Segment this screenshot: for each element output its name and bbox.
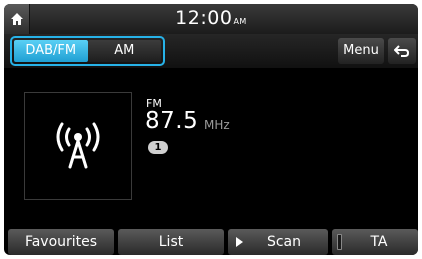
clock-time: 12:00 xyxy=(175,7,233,29)
frequency-unit: MHz xyxy=(204,118,230,132)
clock-ampm: AM xyxy=(233,17,247,26)
ta-button[interactable]: TA xyxy=(332,229,418,255)
favourites-button[interactable]: Favourites xyxy=(8,229,114,255)
tab-dab-fm[interactable]: DAB/FM xyxy=(14,40,88,62)
frequency-value: 87.5 xyxy=(145,108,199,134)
tab-bar: DAB/FM AM Menu xyxy=(4,34,418,68)
clock: 12:00AM xyxy=(4,7,418,29)
tab-am[interactable]: AM xyxy=(87,40,161,62)
menu-button[interactable]: Menu xyxy=(338,38,384,64)
radio-screen: 12:00AM DAB/FM AM Menu FM 87.5 MHz 1 Fav… xyxy=(4,4,418,255)
band-selector: DAB/FM AM xyxy=(10,36,165,66)
scan-button[interactable]: Scan xyxy=(228,229,328,255)
list-button[interactable]: List xyxy=(118,229,224,255)
preset-badge: 1 xyxy=(148,141,168,154)
status-bar: 12:00AM xyxy=(4,4,418,34)
radio-antenna-icon xyxy=(56,122,100,169)
scan-label: Scan xyxy=(266,234,302,250)
back-arrow-icon xyxy=(394,45,410,57)
bottom-bar: Favourites List Scan TA xyxy=(4,229,418,255)
ta-indicator-icon xyxy=(337,234,342,250)
ta-label: TA xyxy=(370,234,388,250)
play-icon xyxy=(236,237,243,247)
back-button[interactable] xyxy=(388,38,416,64)
station-artwork xyxy=(24,92,132,200)
